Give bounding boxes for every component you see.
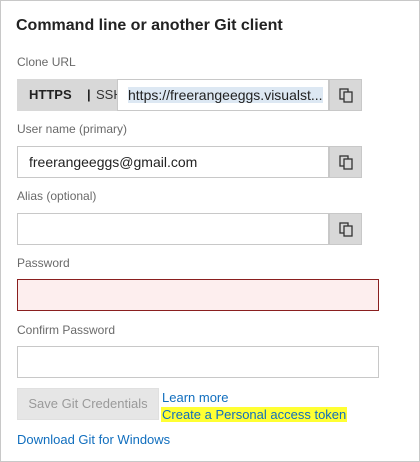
username-field[interactable]: freerangeeggs@gmail.com — [17, 146, 329, 178]
password-field[interactable] — [17, 279, 379, 311]
https-option[interactable]: HTTPS — [29, 79, 72, 111]
protocol-separator: | — [87, 87, 91, 102]
copy-username-button[interactable] — [329, 146, 362, 178]
create-token-link[interactable]: Create a Personal access token — [161, 407, 348, 422]
alias-label: Alias (optional) — [17, 189, 97, 203]
copy-icon — [339, 155, 353, 170]
clone-url-value: https://freerangeeggs.visualst... — [128, 87, 323, 103]
download-git-link[interactable]: Download Git for Windows — [17, 432, 170, 447]
save-git-credentials-button[interactable]: Save Git Credentials — [17, 388, 159, 420]
alias-field[interactable] — [17, 213, 329, 245]
copy-alias-button[interactable] — [329, 213, 362, 245]
git-credentials-panel: Command line or another Git client Clone… — [0, 0, 420, 462]
learn-more-link[interactable]: Learn more — [162, 390, 228, 405]
protocol-toggle: HTTPS | SSH — [17, 79, 123, 111]
copy-clone-url-button[interactable] — [329, 79, 362, 111]
username-value: freerangeeggs@gmail.com — [29, 154, 198, 170]
panel-title: Command line or another Git client — [16, 17, 283, 34]
confirm-password-label: Confirm Password — [17, 323, 116, 337]
clone-url-field[interactable]: https://freerangeeggs.visualst... — [117, 79, 329, 111]
username-label: User name (primary) — [17, 122, 128, 136]
copy-icon — [339, 88, 353, 103]
copy-icon — [339, 222, 353, 237]
password-label: Password — [17, 256, 70, 270]
clone-url-label: Clone URL — [17, 55, 76, 69]
confirm-password-field[interactable] — [17, 346, 379, 378]
